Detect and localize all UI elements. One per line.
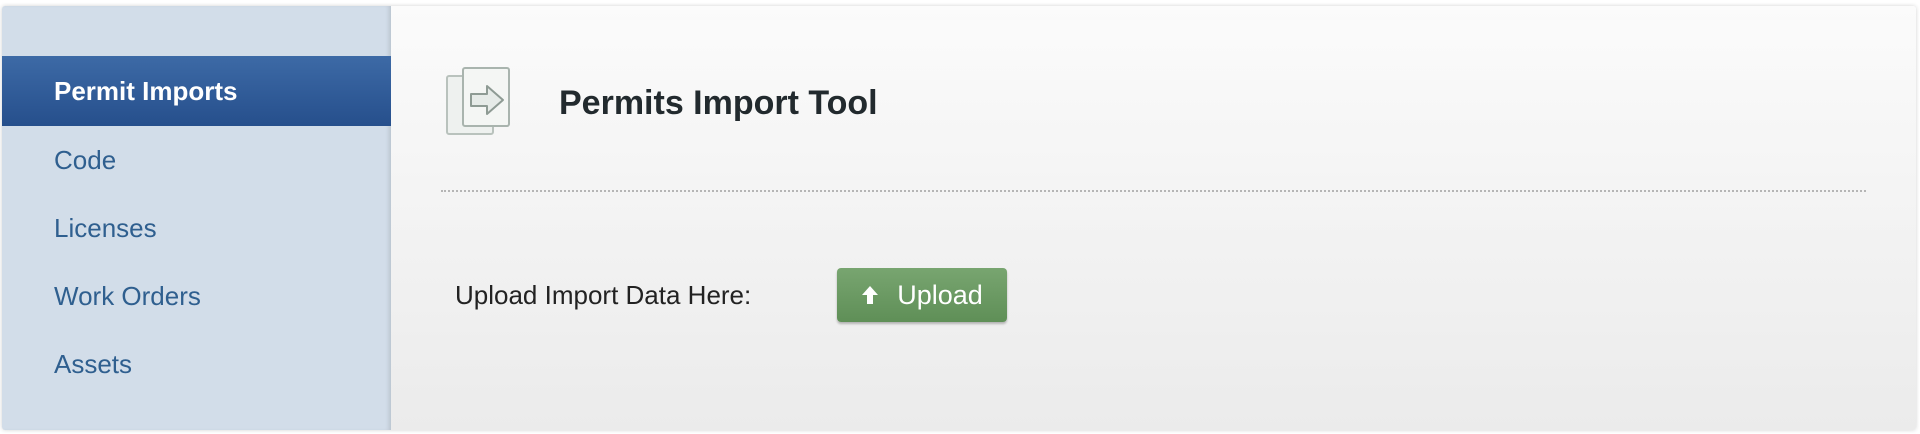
sidebar-item-label: Code — [54, 144, 117, 175]
divider — [441, 190, 1866, 192]
sidebar-item-licenses[interactable]: Licenses — [2, 194, 391, 262]
upload-label: Upload Import Data Here: — [455, 279, 752, 310]
upload-button[interactable]: Upload — [837, 268, 1007, 322]
upload-arrow-icon — [861, 285, 879, 305]
sidebar-item-label: Permit Imports — [54, 75, 238, 106]
upload-row: Upload Import Data Here: Upload — [455, 268, 1007, 322]
sidebar-item-assets[interactable]: Assets — [2, 330, 391, 398]
import-document-icon — [441, 64, 519, 142]
upload-button-label: Upload — [897, 279, 983, 310]
sidebar-item-label: Work Orders — [54, 280, 201, 311]
sidebar-item-code[interactable]: Code — [2, 126, 391, 194]
page-title: Permits Import Tool — [559, 83, 878, 122]
sidebar: Permit Imports Code Licenses Work Orders… — [2, 6, 391, 430]
main-panel: Permits Import Tool Upload Import Data H… — [391, 6, 1916, 430]
sidebar-item-label: Assets — [54, 348, 133, 379]
page-header: Permits Import Tool — [441, 61, 878, 146]
sidebar-item-label: Licenses — [54, 212, 157, 243]
sidebar-item-work-orders[interactable]: Work Orders — [2, 262, 391, 330]
app-frame: Permit Imports Code Licenses Work Orders… — [2, 6, 1916, 430]
sidebar-item-permit-imports[interactable]: Permit Imports — [2, 56, 391, 126]
